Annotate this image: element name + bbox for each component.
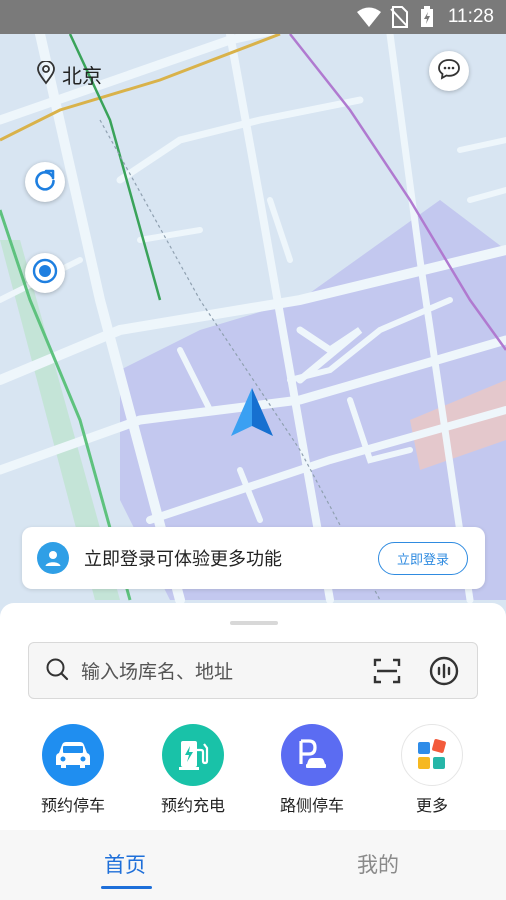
- status-bar: 11:28: [0, 0, 506, 34]
- action-reserve-parking[interactable]: 预约停车: [23, 724, 123, 816]
- action-label: 更多: [415, 796, 448, 815]
- login-button[interactable]: 立即登录: [378, 541, 468, 575]
- city-name: 北京: [62, 64, 102, 88]
- action-more[interactable]: 更多: [382, 724, 482, 816]
- voice-icon[interactable]: [429, 656, 459, 686]
- navigation-arrow-icon: [229, 386, 275, 442]
- city-selector[interactable]: 北京: [36, 59, 102, 89]
- locate-icon: [31, 257, 59, 289]
- scan-icon[interactable]: [373, 658, 401, 684]
- search-bar[interactable]: 输入场库名、地址: [28, 642, 478, 699]
- tab-home[interactable]: 首页: [104, 849, 146, 879]
- user-avatar-icon: [37, 542, 69, 574]
- status-time: 11:28: [447, 6, 494, 27]
- login-banner: 立即登录可体验更多功能 立即登录: [22, 527, 485, 589]
- refresh-icon: [32, 167, 58, 197]
- search-icon: [45, 657, 69, 685]
- no-sim-icon: [390, 6, 408, 32]
- charging-station-icon: [162, 724, 224, 786]
- wifi-icon: [356, 6, 382, 32]
- car-icon: [42, 724, 104, 786]
- location-pin-icon: [36, 59, 56, 89]
- roadside-parking-icon: [281, 724, 343, 786]
- tab-mine[interactable]: 我的: [357, 849, 399, 879]
- message-icon: [437, 58, 461, 84]
- tab-bar: 首页 我的: [0, 830, 506, 900]
- message-button[interactable]: [429, 51, 469, 91]
- action-label: 预约充电: [160, 796, 225, 815]
- locate-button[interactable]: [25, 253, 65, 293]
- more-grid-icon: [401, 724, 463, 786]
- sheet-drag-handle[interactable]: [230, 621, 278, 625]
- action-label: 路侧停车: [279, 796, 344, 815]
- action-reserve-charging[interactable]: 预约充电: [143, 724, 243, 816]
- bottom-sheet: 输入场库名、地址 预约停车 预约充电 路侧停车 更多: [0, 603, 506, 833]
- action-roadside-parking[interactable]: 路侧停车: [262, 724, 362, 816]
- battery-charging-icon: [420, 6, 434, 32]
- refresh-button[interactable]: [25, 162, 65, 202]
- action-label: 预约停车: [40, 796, 105, 815]
- search-input[interactable]: 输入场库名、地址: [81, 657, 373, 684]
- login-prompt-text: 立即登录可体验更多功能: [84, 549, 282, 570]
- tab-active-indicator: [101, 886, 152, 889]
